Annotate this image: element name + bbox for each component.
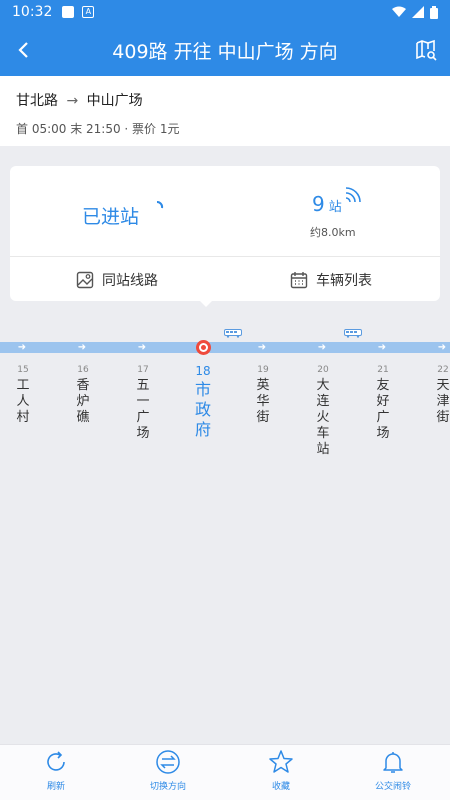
station-item[interactable]: 19 英华街 <box>253 364 273 426</box>
stops-count: 9 <box>312 192 325 216</box>
station-item[interactable]: 22 天津街 <box>433 364 450 426</box>
station-number: 21 <box>377 365 389 375</box>
station-item[interactable]: 15 工人村 <box>13 364 33 426</box>
map-icon <box>76 271 94 288</box>
card-pointer <box>198 299 214 307</box>
route-info: 甘北路 → 中山广场 首 05:00 末 21:50 · 票价 1元 <box>0 76 450 146</box>
station-name: 工人村 <box>16 378 30 425</box>
station-number: 19 <box>257 365 269 375</box>
refresh-label: 刷新 <box>46 782 65 792</box>
route-endpoints: 甘北路 → 中山广场 <box>16 90 434 110</box>
stops-remaining: 9站 <box>312 192 342 216</box>
bus-icon[interactable] <box>224 329 242 338</box>
station-item-current[interactable]: 18 市政府 <box>193 364 213 440</box>
route-arrow: → <box>66 93 79 109</box>
switch-icon <box>156 750 180 774</box>
title-bar: 409路 开往 中山广场 方向 <box>0 24 450 76</box>
stops-unit: 站 <box>328 200 342 215</box>
station-name: 五一广场 <box>136 378 150 441</box>
same-station-lines-button[interactable]: 同站线路 <box>76 258 158 301</box>
calendar-icon <box>290 271 308 288</box>
star-icon <box>269 750 293 773</box>
route-from: 甘北路 <box>16 93 58 109</box>
loading-icon <box>156 201 164 209</box>
station-item[interactable]: 20 大连火车站 <box>313 364 333 458</box>
bus-alarm-button[interactable]: 公交闹铃 <box>348 749 438 792</box>
bus-icon[interactable] <box>344 329 362 338</box>
track-arrow: ➜ <box>257 342 267 353</box>
route-times: 首 05:00 末 21:50 · 票价 1元 <box>16 122 180 136</box>
cell-signal-icon <box>412 6 424 18</box>
track-arrow: ➜ <box>437 342 447 353</box>
refresh-button[interactable]: 刷新 <box>11 749 101 792</box>
station-name: 友好广场 <box>376 378 390 441</box>
vehicle-list-button[interactable]: 车辆列表 <box>290 258 372 301</box>
favorite-button[interactable]: 收藏 <box>236 749 326 792</box>
bell-icon <box>383 752 403 773</box>
station-number: 16 <box>77 365 89 375</box>
station-name: 市政府 <box>194 380 211 439</box>
app-notification-icon: A <box>82 6 95 18</box>
station-number: 15 <box>17 365 29 375</box>
back-icon[interactable] <box>10 36 38 64</box>
bottom-toolbar: 刷新 切换方向 收藏 公交闹铃 <box>0 744 450 800</box>
track-arrow: ➜ <box>137 342 147 353</box>
station-name: 香炉礁 <box>76 378 90 425</box>
signal-icon <box>345 187 361 202</box>
station-number: 18 <box>195 364 211 378</box>
refresh-icon <box>47 751 65 771</box>
station-number: 20 <box>317 365 329 375</box>
switch-direction-label: 切换方向 <box>149 782 186 792</box>
bus-alarm-label: 公交闹铃 <box>374 782 411 792</box>
station-item[interactable]: 17 五一广场 <box>133 364 153 442</box>
track-arrow: ➜ <box>317 342 327 353</box>
station-name: 大连火车站 <box>316 378 330 457</box>
station-number: 22 <box>437 365 449 375</box>
station-item[interactable]: 21 友好广场 <box>373 364 393 442</box>
card-divider <box>10 256 440 257</box>
track-arrow: ➜ <box>17 342 27 353</box>
track-arrow: ➜ <box>77 342 87 353</box>
battery-icon <box>430 5 438 19</box>
station-item[interactable]: 16 香炉礁 <box>73 364 93 426</box>
current-station-marker <box>196 340 211 355</box>
arrival-card: 已进站 9站 约8.0km 同站线路 车辆列表 <box>10 166 440 307</box>
status-time: 10:32 <box>12 4 53 20</box>
notification-icon <box>62 6 75 18</box>
page-title: 409路 开往 中山广场 方向 <box>112 40 338 63</box>
status-bar: 10:32 A <box>0 0 450 24</box>
switch-direction-button[interactable]: 切换方向 <box>123 749 213 792</box>
favorite-label: 收藏 <box>271 782 290 792</box>
station-number: 17 <box>137 365 149 375</box>
distance: 约8.0km <box>310 226 356 239</box>
track-arrow: ➜ <box>377 342 387 353</box>
vehicle-list-label: 车辆列表 <box>316 272 372 289</box>
station-name: 天津街 <box>436 378 450 425</box>
station-name: 英华街 <box>256 378 270 425</box>
wifi-icon <box>392 6 406 17</box>
arrival-status: 已进站 <box>82 206 140 228</box>
same-station-lines-label: 同站线路 <box>102 272 158 289</box>
route-to: 中山广场 <box>86 93 143 109</box>
map-search-icon[interactable] <box>414 38 438 62</box>
